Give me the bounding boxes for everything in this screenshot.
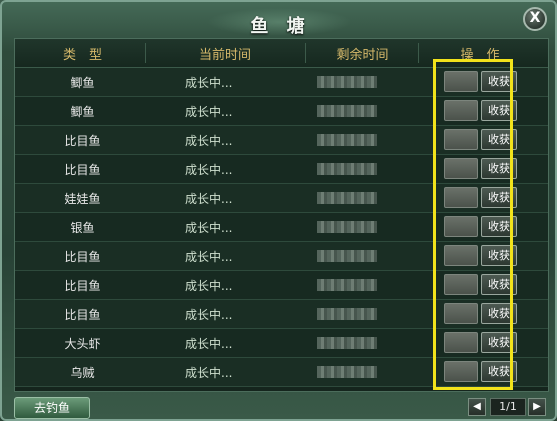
close-icon[interactable]: X [523, 7, 547, 31]
table-row: 鲫鱼 成长中... 收获 [15, 97, 548, 126]
harvest-button[interactable]: 收获 [481, 187, 517, 208]
current-status: 成长中... [185, 366, 233, 380]
blurred-button[interactable] [444, 129, 478, 150]
blurred-button[interactable] [444, 71, 478, 92]
harvest-button[interactable]: 收获 [481, 129, 517, 150]
header-remaining-time: 剩余时间 [336, 48, 389, 63]
fish-pond-window: 鱼 塘 X 类 型 当前时间 剩余时间 操 作 鲫鱼 成长中... 收获 鲫鱼 成长中.… [0, 0, 557, 421]
blurred-button[interactable] [444, 187, 478, 208]
remaining-time-blurred [317, 308, 377, 320]
blurred-button[interactable] [444, 332, 478, 353]
blurred-button[interactable] [444, 245, 478, 266]
table-row: 比目鱼 成长中... 收获 [15, 155, 548, 184]
table-row: 娃娃鱼 成长中... 收获 [15, 184, 548, 213]
remaining-time-blurred [317, 76, 377, 88]
harvest-button[interactable]: 收获 [481, 361, 517, 382]
current-status: 成长中... [185, 105, 233, 119]
fish-type: 鲫鱼 [70, 76, 95, 90]
window-title: 鱼 塘 [250, 16, 311, 37]
blurred-button[interactable] [444, 361, 478, 382]
table-row: 比目鱼 成长中... 收获 [15, 300, 548, 329]
fish-type: 比目鱼 [64, 308, 101, 322]
remaining-time-blurred [317, 250, 377, 262]
harvest-button[interactable]: 收获 [481, 274, 517, 295]
prev-page-icon[interactable]: ◀ [468, 398, 486, 416]
current-status: 成长中... [185, 308, 233, 322]
page-indicator: 1/1 [490, 398, 526, 416]
current-status: 成长中... [185, 76, 233, 90]
current-status: 成长中... [185, 134, 233, 148]
blurred-button[interactable] [444, 158, 478, 179]
harvest-button[interactable]: 收获 [481, 71, 517, 92]
remaining-time-blurred [317, 337, 377, 349]
fish-type: 比目鱼 [64, 134, 101, 148]
header-divider [418, 43, 419, 63]
remaining-time-blurred [317, 366, 377, 378]
harvest-button[interactable]: 收获 [481, 245, 517, 266]
harvest-button[interactable]: 收获 [481, 332, 517, 353]
go-fishing-button[interactable]: 去钓鱼 [14, 397, 90, 419]
remaining-time-blurred [317, 105, 377, 117]
table-header: 类 型 当前时间 剩余时间 操 作 [15, 39, 548, 68]
harvest-button[interactable]: 收获 [481, 216, 517, 237]
fish-table: 类 型 当前时间 剩余时间 操 作 鲫鱼 成长中... 收获 鲫鱼 成长中... 收获 比目… [14, 38, 549, 392]
header-type: 类 型 [62, 48, 102, 63]
table-row: 比目鱼 成长中... 收获 [15, 126, 548, 155]
table-row: 比目鱼 成长中... 收获 [15, 271, 548, 300]
current-status: 成长中... [185, 192, 233, 206]
next-page-icon[interactable]: ▶ [528, 398, 546, 416]
remaining-time-blurred [317, 192, 377, 204]
remaining-time-blurred [317, 163, 377, 175]
blurred-button[interactable] [444, 216, 478, 237]
harvest-button[interactable]: 收获 [481, 100, 517, 121]
blurred-button[interactable] [444, 100, 478, 121]
table-row: 乌贼 成长中... 收获 [15, 358, 548, 387]
current-status: 成长中... [185, 221, 233, 235]
fish-type: 娃娃鱼 [64, 192, 101, 206]
current-status: 成长中... [185, 279, 233, 293]
harvest-button[interactable]: 收获 [481, 158, 517, 179]
header-divider [145, 43, 146, 63]
fish-type: 大头虾 [64, 337, 101, 351]
current-status: 成长中... [185, 163, 233, 177]
table-row: 大头虾 成长中... 收获 [15, 329, 548, 358]
header-action: 操 作 [460, 48, 500, 63]
fish-type: 比目鱼 [64, 250, 101, 264]
remaining-time-blurred [317, 134, 377, 146]
current-status: 成长中... [185, 337, 233, 351]
fish-type: 鲫鱼 [70, 105, 95, 119]
fish-type: 比目鱼 [64, 279, 101, 293]
fish-type: 乌贼 [70, 366, 95, 380]
current-status: 成长中... [185, 250, 233, 264]
table-row: 银鱼 成长中... 收获 [15, 213, 548, 242]
blurred-button[interactable] [444, 303, 478, 324]
header-current-time: 当前时间 [198, 48, 251, 63]
harvest-button[interactable]: 收获 [481, 303, 517, 324]
table-row: 鲫鱼 成长中... 收获 [15, 68, 548, 97]
remaining-time-blurred [317, 221, 377, 233]
blurred-button[interactable] [444, 274, 478, 295]
table-row: 比目鱼 成长中... 收获 [15, 242, 548, 271]
fish-type: 比目鱼 [64, 163, 101, 177]
remaining-time-blurred [317, 279, 377, 291]
fish-type: 银鱼 [70, 221, 95, 235]
